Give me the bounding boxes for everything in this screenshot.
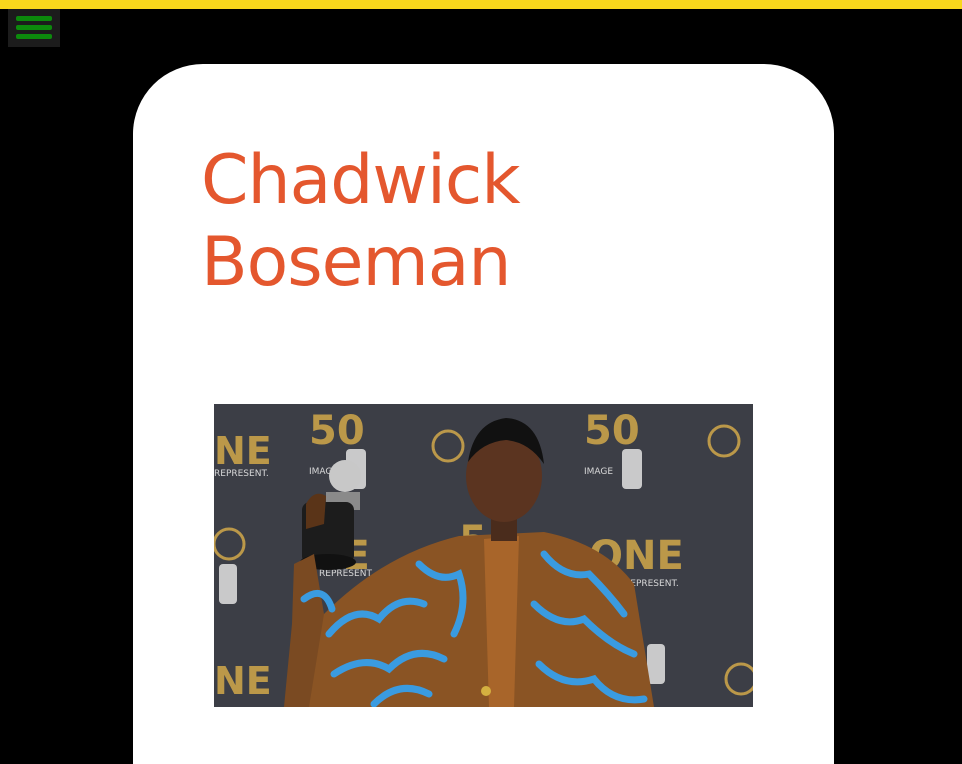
title-line-2: Boseman — [201, 223, 512, 302]
svg-text:IMAGE: IMAGE — [584, 467, 613, 477]
top-accent-bar — [0, 0, 962, 9]
svg-text:REPRESENT.: REPRESENT. — [214, 469, 269, 479]
profile-photo: NE 50 50 ONE NE NE 5 REPRESENT. REPRESEN… — [214, 404, 753, 707]
svg-text:NE: NE — [214, 659, 272, 703]
hamburger-menu-icon-line — [16, 25, 52, 30]
svg-text:50: 50 — [309, 408, 365, 454]
svg-text:50: 50 — [584, 408, 640, 454]
title-line-1: Chadwick — [201, 141, 521, 220]
hamburger-menu-icon — [16, 16, 52, 21]
menu-button[interactable] — [8, 9, 60, 47]
hamburger-menu-icon-line — [16, 34, 52, 39]
svg-text:REPRESENT.: REPRESENT. — [319, 569, 374, 579]
page-title: Chadwick Boseman — [201, 140, 521, 304]
svg-text:NE: NE — [214, 429, 272, 473]
profile-card: Chadwick Boseman NE 50 50 ONE NE NE 5 RE… — [133, 64, 834, 764]
